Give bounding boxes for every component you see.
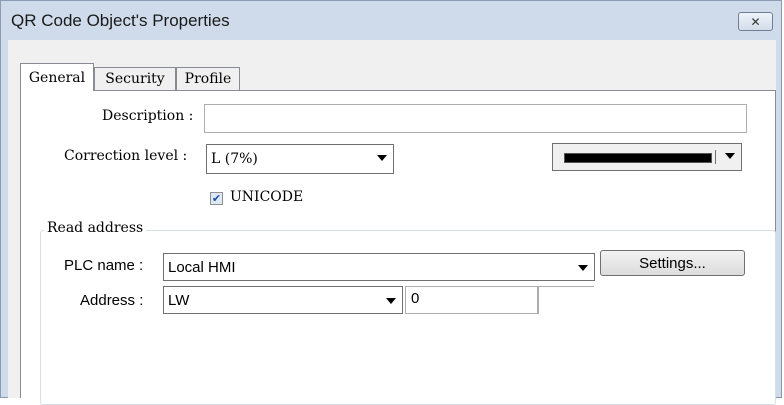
unicode-label: UNICODE xyxy=(230,189,304,205)
plc-name-label: PLC name : xyxy=(64,257,144,274)
chevron-down-icon xyxy=(386,298,396,304)
tab-general[interactable]: General xyxy=(20,63,94,91)
description-label: Description : xyxy=(102,108,194,124)
chevron-down-icon xyxy=(377,155,387,161)
chevron-down-icon xyxy=(725,153,735,159)
checkmark-icon: ✔ xyxy=(211,192,222,205)
tab-profile[interactable]: Profile xyxy=(176,67,240,90)
correction-level-label: Correction level : xyxy=(64,148,188,164)
tab-general-label: General xyxy=(28,69,86,86)
address-device-select[interactable]: LW xyxy=(163,286,403,314)
address-value: 0 xyxy=(411,290,420,307)
address-value-input[interactable]: 0 xyxy=(405,286,538,314)
description-input[interactable] xyxy=(204,104,747,133)
unicode-checkbox[interactable]: ✔ xyxy=(210,192,223,205)
address-index-field[interactable] xyxy=(538,286,594,314)
plc-name-value: Local HMI xyxy=(168,259,236,276)
address-device-value: LW xyxy=(168,292,190,309)
tab-profile-label: Profile xyxy=(184,71,232,87)
chevron-down-icon xyxy=(578,265,588,271)
correction-level-value: L (7%) xyxy=(211,151,258,167)
dialog-client-area: General Security Profile Description : C… xyxy=(8,40,776,405)
read-address-group-label: Read address xyxy=(44,220,147,236)
divider xyxy=(715,150,716,164)
color-swatch xyxy=(564,153,712,163)
color-picker[interactable] xyxy=(552,143,742,171)
tab-security[interactable]: Security xyxy=(94,67,176,90)
correction-level-select[interactable]: L (7%) xyxy=(206,144,394,174)
plc-name-select[interactable]: Local HMI xyxy=(163,253,595,281)
address-label: Address : xyxy=(80,292,144,309)
settings-button-label: Settings... xyxy=(639,254,706,272)
tab-security-label: Security xyxy=(105,71,165,87)
settings-button[interactable]: Settings... xyxy=(600,250,745,276)
dialog-title: QR Code Object's Properties xyxy=(11,11,230,30)
close-icon: ✕ xyxy=(750,14,761,29)
close-button[interactable]: ✕ xyxy=(738,12,773,31)
title-bar: QR Code Object's Properties ✕ xyxy=(1,1,781,41)
